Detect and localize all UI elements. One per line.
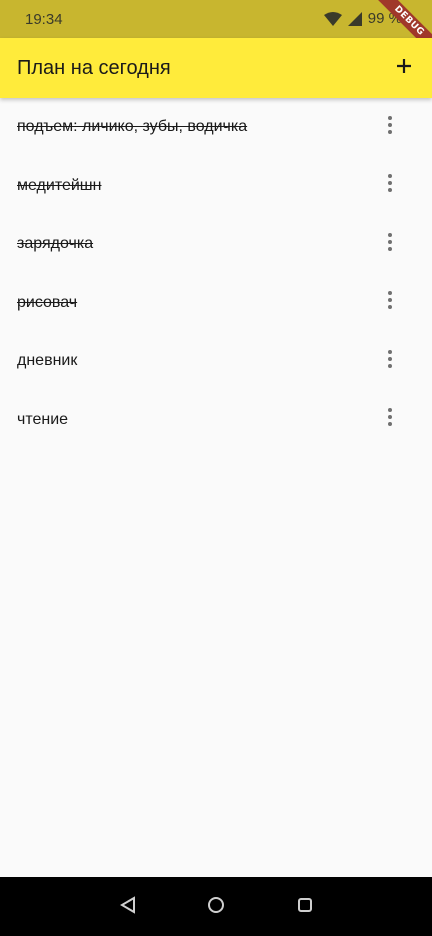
task-item[interactable]: подъем: личико, зубы, водичка (0, 98, 432, 157)
more-vert-button[interactable] (378, 349, 402, 373)
more-vert-button[interactable] (378, 291, 402, 315)
home-circle-icon (207, 896, 225, 919)
task-item[interactable]: медитейшн (0, 157, 432, 216)
task-label: дневник (17, 352, 78, 370)
more-vert-icon (388, 174, 392, 197)
more-vert-button[interactable] (378, 174, 402, 198)
task-item[interactable]: чтение (0, 391, 432, 450)
task-item[interactable]: рисовач (0, 274, 432, 333)
more-vert-icon (388, 115, 392, 139)
more-vert-icon (388, 349, 392, 373)
cell-signal-icon (347, 11, 362, 26)
task-label: зарядочка (17, 235, 94, 253)
back-triangle-icon (120, 895, 136, 919)
more-vert-icon (388, 291, 392, 314)
task-item[interactable]: дневник (0, 332, 432, 391)
home-button[interactable] (204, 895, 228, 919)
back-button[interactable] (116, 895, 140, 919)
wifi-icon (323, 11, 342, 26)
app-bar: План на сегодня (0, 38, 432, 98)
task-label: рисовач (17, 293, 78, 311)
task-item[interactable]: зарядочка (0, 215, 432, 274)
more-vert-icon (388, 232, 392, 256)
task-label: медитейшн (17, 176, 102, 194)
more-vert-button[interactable] (378, 232, 402, 256)
more-vert-icon (388, 408, 392, 431)
task-label: подъем: личико, зубы, водичка (17, 118, 248, 135)
recent-apps-button[interactable] (293, 895, 317, 919)
plus-icon (396, 58, 412, 79)
page-title: План на сегодня (17, 57, 171, 79)
more-vert-button[interactable] (378, 408, 402, 432)
task-label: чтение (17, 410, 69, 428)
status-bar: 19:34 99 % (0, 0, 432, 38)
add-task-button[interactable] (386, 50, 422, 86)
recent-square-icon (297, 897, 313, 918)
task-list: подъем: личико, зубы, водичка медитейшн … (0, 98, 432, 450)
system-nav-bar (0, 877, 432, 936)
status-time: 19:34 (25, 11, 63, 28)
more-vert-button[interactable] (378, 115, 402, 139)
